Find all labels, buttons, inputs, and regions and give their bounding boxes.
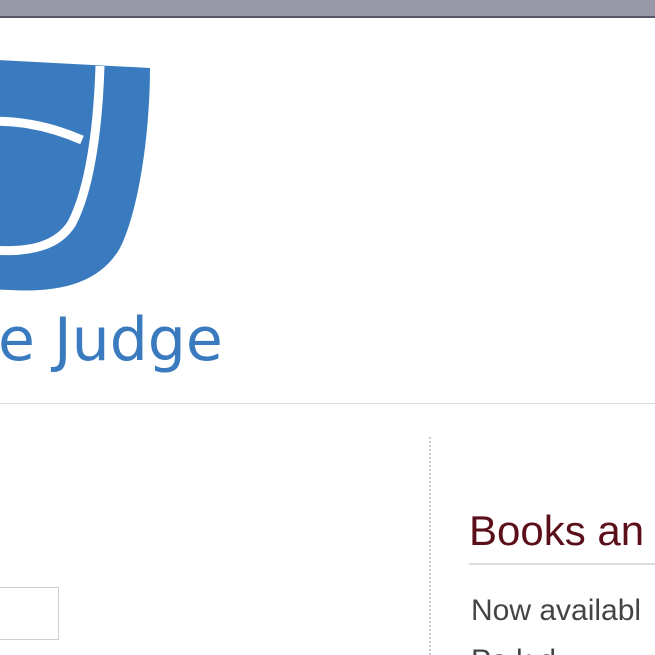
site-logo[interactable]: e Judge [0,18,223,403]
heading-underline [469,563,655,565]
shield-logo-icon [0,60,150,291]
site-header: e Judge [0,18,655,404]
sidebar-heading: Books an [469,507,645,554]
sidebar-text-line: Now availabl [471,594,642,627]
sidebar: Books an Now availabl Pa k d [432,404,655,655]
sidebar-text-line-2: Pa k d [471,644,556,655]
main-content [0,404,430,655]
search-input[interactable] [0,587,59,640]
logo-wordmark: e Judge [0,305,223,375]
window-titlebar [0,0,655,18]
column-divider [429,437,431,655]
